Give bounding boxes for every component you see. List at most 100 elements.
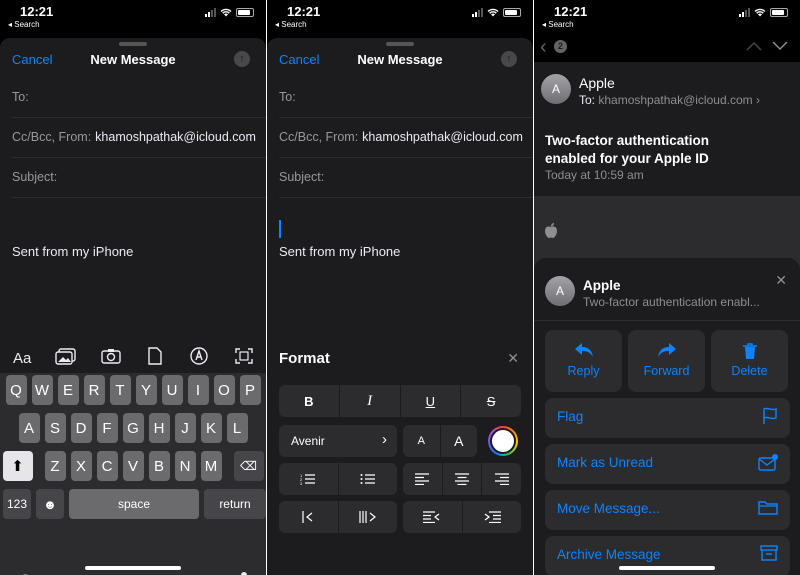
key-s[interactable]: S bbox=[44, 413, 66, 443]
subject-field[interactable]: Subject: bbox=[12, 158, 266, 198]
increase-font-size-button[interactable]: A bbox=[441, 425, 478, 457]
document-icon[interactable] bbox=[140, 347, 170, 369]
folder-icon bbox=[758, 499, 778, 518]
ccbcc-from-field[interactable]: Cc/Bcc, From: khamoshpathak@icloud.com bbox=[279, 118, 533, 158]
microphone-icon[interactable] bbox=[238, 571, 250, 575]
subject-field[interactable]: Subject: bbox=[279, 158, 533, 198]
chevron-down-icon[interactable] bbox=[772, 38, 788, 56]
numbers-key[interactable]: 123 bbox=[3, 489, 31, 519]
flag-row[interactable]: Flag bbox=[545, 398, 790, 438]
italic-button[interactable]: I bbox=[340, 385, 401, 417]
shift-key[interactable]: ⬆ bbox=[2, 451, 33, 481]
battery-icon bbox=[503, 8, 521, 17]
key-g[interactable]: G bbox=[122, 413, 144, 443]
sheet-grabber[interactable] bbox=[119, 42, 147, 46]
key-d[interactable]: D bbox=[70, 413, 92, 443]
scan-document-icon[interactable] bbox=[229, 348, 259, 368]
underline-button[interactable]: U bbox=[401, 385, 462, 417]
key-r[interactable]: R bbox=[83, 375, 105, 405]
message-subject: Two-factor authentication enabled for yo… bbox=[545, 133, 709, 166]
decrease-font-size-button[interactable]: A bbox=[403, 425, 441, 457]
back-to-search[interactable]: ◂ Search bbox=[542, 20, 574, 29]
format-title: Format bbox=[279, 350, 330, 367]
key-i[interactable]: I bbox=[187, 375, 209, 405]
align-right-icon[interactable] bbox=[482, 463, 521, 495]
key-m[interactable]: M bbox=[200, 451, 222, 481]
sender-name[interactable]: Apple bbox=[579, 75, 615, 91]
key-h[interactable]: H bbox=[148, 413, 170, 443]
photo-library-icon[interactable] bbox=[51, 347, 81, 369]
font-size-group: A A bbox=[403, 425, 477, 457]
move-message-row[interactable]: Move Message... bbox=[545, 490, 790, 530]
recipient-line[interactable]: To: khamoshpathak@icloud.com › bbox=[579, 93, 760, 107]
compose-format-screen: 12:21 ◂ Search Cancel New Message ↑ To: … bbox=[267, 0, 533, 575]
key-a[interactable]: A bbox=[18, 413, 40, 443]
key-q[interactable]: Q bbox=[5, 375, 27, 405]
key-u[interactable]: U bbox=[161, 375, 183, 405]
key-l[interactable]: L bbox=[226, 413, 248, 443]
signature-text[interactable]: Sent from my iPhone bbox=[12, 244, 133, 259]
delete-key[interactable]: ⌫ bbox=[233, 451, 264, 481]
indent-group bbox=[403, 501, 521, 533]
forward-icon bbox=[628, 342, 705, 361]
key-k[interactable]: K bbox=[200, 413, 222, 443]
reply-button[interactable]: Reply bbox=[545, 330, 622, 392]
format-aa-button[interactable]: Aa bbox=[7, 350, 37, 367]
key-z[interactable]: Z bbox=[44, 451, 66, 481]
to-field[interactable]: To: bbox=[279, 78, 533, 118]
key-x[interactable]: X bbox=[70, 451, 92, 481]
signal-icon bbox=[205, 8, 216, 17]
strikethrough-button[interactable]: S bbox=[461, 385, 521, 417]
send-icon[interactable]: ↑ bbox=[501, 51, 517, 67]
key-e[interactable]: E bbox=[57, 375, 79, 405]
outdent-icon[interactable] bbox=[403, 501, 463, 533]
globe-icon[interactable]: 🌐︎ bbox=[18, 571, 32, 575]
markup-icon[interactable] bbox=[184, 347, 214, 369]
font-picker[interactable]: Avenir › bbox=[279, 425, 397, 457]
bold-button[interactable]: B bbox=[279, 385, 340, 417]
return-key[interactable]: return bbox=[204, 489, 266, 519]
mark-unread-row[interactable]: Mark as Unread bbox=[545, 444, 790, 484]
delete-button[interactable]: Delete bbox=[711, 330, 788, 392]
sheet-grabber[interactable] bbox=[386, 42, 414, 46]
key-b[interactable]: B bbox=[148, 451, 170, 481]
subject-label: Subject: bbox=[279, 170, 325, 184]
reply-label: Reply bbox=[567, 364, 600, 378]
forward-button[interactable]: Forward bbox=[628, 330, 705, 392]
to-field[interactable]: To: bbox=[12, 78, 266, 118]
key-n[interactable]: N bbox=[174, 451, 196, 481]
key-p[interactable]: P bbox=[239, 375, 261, 405]
key-w[interactable]: W bbox=[31, 375, 53, 405]
send-icon[interactable]: ↑ bbox=[234, 51, 250, 67]
key-f[interactable]: F bbox=[96, 413, 118, 443]
key-t[interactable]: T bbox=[109, 375, 131, 405]
indent-icon[interactable] bbox=[463, 501, 522, 533]
close-icon[interactable]: ✕ bbox=[507, 350, 519, 367]
signature-text[interactable]: Sent from my iPhone bbox=[279, 244, 400, 259]
chevron-up-icon[interactable] bbox=[746, 38, 762, 56]
flag-label: Flag bbox=[557, 409, 584, 424]
key-y[interactable]: Y bbox=[135, 375, 157, 405]
numbered-list-icon[interactable]: 123 bbox=[279, 463, 339, 495]
home-indicator bbox=[619, 566, 715, 570]
bulleted-list-icon[interactable] bbox=[339, 463, 398, 495]
key-c[interactable]: C bbox=[96, 451, 118, 481]
align-left-icon[interactable] bbox=[403, 463, 443, 495]
from-address: khamoshpathak@icloud.com bbox=[362, 130, 523, 144]
close-icon[interactable]: ✕ bbox=[775, 272, 787, 289]
key-j[interactable]: J bbox=[174, 413, 196, 443]
compose-keyboard-screen: 12:21 ◂ Search Cancel New Message ↑ To: … bbox=[0, 0, 266, 575]
key-v[interactable]: V bbox=[122, 451, 144, 481]
emoji-key[interactable]: ☻ bbox=[36, 489, 64, 519]
back-to-search[interactable]: ◂ Search bbox=[275, 20, 307, 29]
chevron-left-icon[interactable]: ‹ bbox=[540, 36, 547, 59]
decrease-quote-icon[interactable] bbox=[279, 501, 339, 533]
key-o[interactable]: O bbox=[213, 375, 235, 405]
increase-quote-icon[interactable] bbox=[339, 501, 398, 533]
align-center-icon[interactable] bbox=[443, 463, 483, 495]
ccbcc-from-field[interactable]: Cc/Bcc, From: khamoshpathak@icloud.com bbox=[12, 118, 266, 158]
back-to-search[interactable]: ◂ Search bbox=[8, 20, 40, 29]
space-key[interactable]: space bbox=[69, 489, 199, 519]
camera-icon[interactable] bbox=[96, 348, 126, 368]
color-picker-icon[interactable] bbox=[488, 426, 518, 456]
